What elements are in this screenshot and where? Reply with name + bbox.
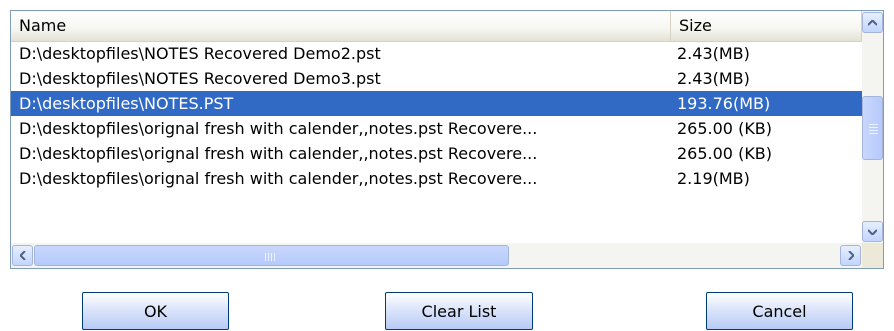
ok-button[interactable]: OK (82, 292, 229, 330)
row-size: 193.76(MB) (677, 94, 771, 113)
horizontal-scroll-thumb[interactable] (34, 245, 509, 266)
scrollbar-corner (862, 243, 883, 268)
list-row[interactable]: D:\desktopfiles\NOTES Recovered Demo3.ps… (11, 66, 862, 91)
row-size: 2.43(MB) (677, 69, 750, 88)
column-header-name[interactable]: Name (11, 11, 671, 41)
list-row[interactable]: D:\desktopfiles\NOTES Recovered Demo2.ps… (11, 41, 862, 66)
clear-list-button[interactable]: Clear List (385, 292, 533, 330)
list-header: Name Size (11, 11, 862, 42)
row-size: 265.00 (KB) (677, 119, 773, 138)
row-size: 2.19(MB) (677, 169, 750, 188)
list-row[interactable]: D:\desktopfiles\orignal fresh with calen… (11, 116, 862, 141)
list-row[interactable]: D:\desktopfiles\orignal fresh with calen… (11, 141, 862, 166)
row-name: D:\desktopfiles\orignal fresh with calen… (19, 119, 538, 138)
cancel-button[interactable]: Cancel (706, 292, 853, 330)
arrow-right-icon[interactable] (840, 245, 861, 266)
row-name: D:\desktopfiles\NOTES Recovered Demo2.ps… (19, 44, 381, 63)
arrow-left-icon[interactable] (12, 245, 33, 266)
arrow-down-icon[interactable] (862, 221, 883, 242)
list-row[interactable]: D:\desktopfiles\orignal fresh with calen… (11, 166, 862, 191)
column-header-size[interactable]: Size (671, 11, 862, 41)
horizontal-scrollbar[interactable] (11, 243, 862, 268)
arrow-up-icon[interactable] (862, 12, 883, 33)
row-name: D:\desktopfiles\NOTES.PST (19, 94, 234, 113)
list-row-selected[interactable]: D:\desktopfiles\NOTES.PST 193.76(MB) (11, 91, 862, 116)
row-size: 2.43(MB) (677, 44, 750, 63)
row-name: D:\desktopfiles\NOTES Recovered Demo3.ps… (19, 69, 381, 88)
vertical-scrollbar[interactable] (862, 11, 883, 243)
file-list[interactable]: Name Size D:\desktopfiles\NOTES Recovere… (10, 10, 884, 269)
vertical-scroll-thumb[interactable] (862, 96, 883, 160)
row-name: D:\desktopfiles\orignal fresh with calen… (19, 144, 538, 163)
list-rows: D:\desktopfiles\NOTES Recovered Demo2.ps… (11, 41, 862, 191)
row-name: D:\desktopfiles\orignal fresh with calen… (19, 169, 538, 188)
row-size: 265.00 (KB) (677, 144, 773, 163)
